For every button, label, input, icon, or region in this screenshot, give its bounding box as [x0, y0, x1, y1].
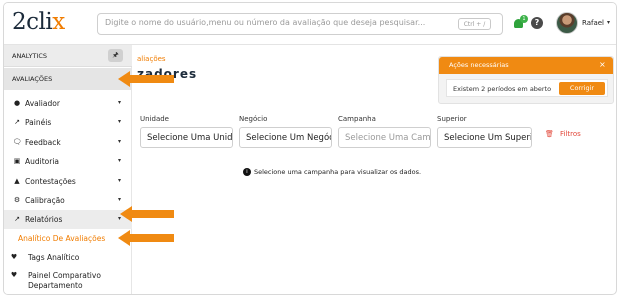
chevron-down-icon: ▾: [118, 177, 122, 184]
search-placeholder: Digite o nome do usuário,menu ou número …: [105, 18, 426, 27]
app-window: 2clix Digite o nome do usuário,menu ou n…: [3, 2, 617, 295]
superior-select[interactable]: Selecione Um Superi: [437, 127, 532, 148]
sidebar-subitem-departamento[interactable]: Departamento: [4, 276, 132, 294]
logo-accent: x: [52, 9, 65, 35]
actions-message: Existem 2 períodos em aberto: [453, 85, 552, 93]
sidebar-item-relatorios[interactable]: ↗ Relatórios ▾: [4, 210, 132, 229]
info-icon: i: [243, 168, 251, 176]
actions-panel-body: Existem 2 períodos em aberto Corrigir: [446, 79, 608, 97]
sidebar-section-avaliacoes[interactable]: AVALIAÇÕES: [4, 68, 132, 90]
gear-icon: ⚙: [13, 196, 21, 204]
clear-filters-button[interactable]: Filtros: [560, 130, 581, 138]
close-icon[interactable]: ×: [599, 60, 606, 69]
avatar[interactable]: [556, 12, 578, 34]
chevron-down-icon: ▾: [118, 196, 122, 203]
notification-badge: 1: [520, 15, 528, 23]
sidebar-item-label: Calibração: [25, 196, 65, 205]
superior-select-value: Selecione Um Superi: [444, 133, 532, 143]
clipboard-icon: ▣: [13, 157, 21, 165]
negocio-select[interactable]: Selecione Um Negóc: [239, 127, 332, 148]
search-input[interactable]: Digite o nome do usuário,menu ou número …: [97, 13, 503, 35]
sidebar-item-feedback[interactable]: 🗨 Feedback ▾: [4, 133, 132, 152]
actions-panel-title: Ações necessárias: [449, 61, 509, 69]
chart-line-icon: ↗: [14, 215, 20, 223]
sidebar-subitem-analitico-avaliacoes[interactable]: Analítico De Avaliações: [4, 229, 132, 248]
search-shortcut: Ctrl + /: [458, 18, 491, 30]
chevron-down-icon: ▾: [118, 138, 122, 145]
sidebar-section-analytics[interactable]: ANALYTICS 🖈: [4, 45, 132, 67]
trash-icon[interactable]: 🗑: [545, 130, 554, 138]
logo-text: 2cli: [12, 9, 53, 35]
sidebar-item-label: Analítico De Avaliações: [18, 234, 106, 243]
chart-line-icon: ↗: [14, 118, 20, 126]
unidade-select-value: Selecione Uma Unida: [147, 133, 233, 143]
annotation-arrow-analitico: [118, 230, 174, 246]
arrow-shaft: [128, 234, 174, 242]
annotation-arrow-avaliacoes: [118, 71, 174, 87]
corrigir-button[interactable]: Corrigir: [559, 82, 605, 95]
breadcrumb[interactable]: aliações: [137, 55, 166, 63]
sidebar-item-label: Auditoria: [25, 157, 60, 166]
user-icon: ●: [13, 99, 21, 107]
sidebar-item-label: Tags Analítico: [28, 253, 80, 262]
pin-icon[interactable]: 🖈: [108, 49, 123, 62]
sidebar-item-calibracao[interactable]: ⚙ Calibração ▾: [4, 191, 132, 210]
comments-icon: 🗨: [12, 138, 22, 146]
chevron-down-icon: ▾: [118, 118, 122, 125]
actions-panel: Ações necessárias × Existem 2 períodos e…: [438, 56, 614, 104]
filter-label-unidade: Unidade: [140, 115, 169, 123]
sidebar-item-label: Avaliador: [25, 99, 60, 108]
sidebar-item-contestacoes[interactable]: ▲ Contestações ▾: [4, 172, 132, 191]
actions-panel-header: Ações necessárias ×: [439, 57, 613, 74]
empty-state-message: i Selecione uma campanha para visualizar …: [243, 168, 421, 176]
user-menu-chevron-icon[interactable]: ▾: [607, 19, 610, 26]
chevron-down-icon: ▾: [118, 157, 122, 164]
sidebar-subitem-tags-analitico[interactable]: ♥ Tags Analítico: [4, 248, 132, 267]
warning-icon: ▲: [14, 177, 20, 185]
sidebar-item-label: Painéis: [25, 118, 52, 127]
heart-icon: ♥: [10, 253, 18, 261]
sidebar-section-label: AVALIAÇÕES: [12, 75, 53, 83]
chevron-down-icon: ▾: [118, 99, 122, 106]
annotation-arrow-relatorios: [120, 206, 174, 222]
top-header: 2clix Digite o nome do usuário,menu ou n…: [4, 3, 616, 45]
arrow-shaft: [130, 210, 174, 218]
user-name[interactable]: Rafael: [582, 19, 604, 27]
sidebar-section-label: ANALYTICS: [12, 52, 48, 60]
help-icon[interactable]: ?: [531, 17, 543, 29]
campanha-select[interactable]: Selecione Uma Camp: [338, 127, 431, 148]
unidade-select[interactable]: Selecione Uma Unida: [140, 127, 233, 148]
sidebar-item-label: Feedback: [25, 138, 61, 147]
sidebar-item-label: Contestações: [25, 177, 76, 186]
empty-state-text: Selecione uma campanha para visualizar o…: [254, 168, 422, 176]
sidebar-item-label: Departamento: [28, 281, 83, 290]
filter-label-negocio: Negócio: [239, 115, 268, 123]
campanha-select-value: Selecione Uma Camp: [345, 133, 431, 143]
sidebar-item-auditoria[interactable]: ▣ Auditoria ▾: [4, 152, 132, 171]
negocio-select-value: Selecione Um Negóc: [246, 133, 332, 143]
sidebar: ANALYTICS 🖈 AVALIAÇÕES ● Avaliador ▾ ↗ P…: [4, 45, 132, 294]
notifications-button[interactable]: 1: [513, 15, 528, 29]
arrow-shaft: [128, 75, 174, 83]
logo[interactable]: 2clix: [12, 9, 65, 35]
sidebar-item-avaliador[interactable]: ● Avaliador ▾: [4, 94, 132, 113]
filter-label-campanha: Campanha: [338, 115, 376, 123]
sidebar-item-paineis[interactable]: ↗ Painéis ▾: [4, 113, 132, 132]
filter-label-superior: Superior: [437, 115, 467, 123]
sidebar-item-label: Relatórios: [25, 215, 63, 224]
